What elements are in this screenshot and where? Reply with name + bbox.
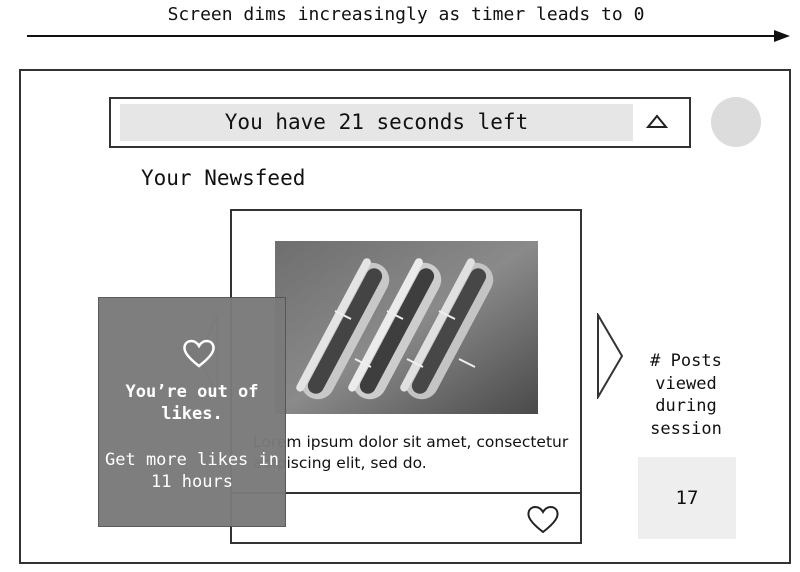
page-title: Your Newsfeed xyxy=(141,166,306,190)
avatar[interactable] xyxy=(711,97,761,147)
posts-viewed-label: # Posts viewed during session xyxy=(650,351,722,439)
post-image xyxy=(275,241,538,414)
chevron-up-icon[interactable] xyxy=(646,114,668,130)
dimming-caption: Screen dims increasingly as timer leads … xyxy=(167,4,645,25)
overlay-title: You’re out of likes. xyxy=(125,382,259,424)
heart-icon xyxy=(183,339,215,368)
heart-icon[interactable] xyxy=(526,503,560,535)
post-text: Lorem ipsum dolor sit amet, consectetur … xyxy=(253,433,569,472)
chevron-right-icon[interactable] xyxy=(596,313,624,399)
posts-counter-value: 17 xyxy=(675,487,699,509)
timer-text: You have 21 seconds left xyxy=(224,110,529,134)
overlay-subtitle: Get more likes in 11 hours xyxy=(105,450,279,492)
right-arrow-icon xyxy=(27,30,790,42)
